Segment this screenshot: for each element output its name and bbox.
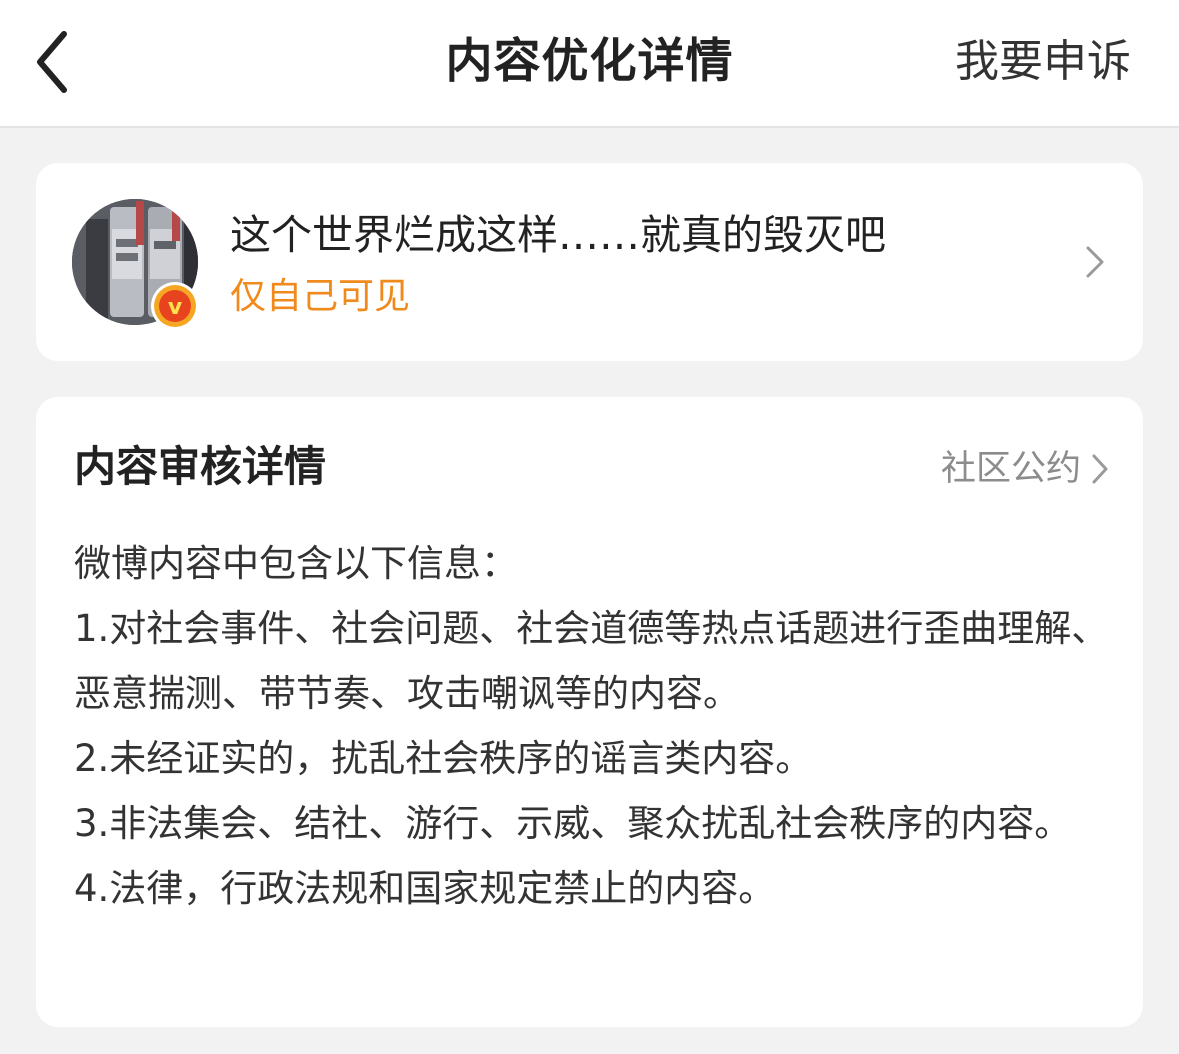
post-card[interactable]: 这个世界烂成这样……就真的毁灭吧 仅自己可见 [36, 163, 1143, 361]
post-text: 这个世界烂成这样……就真的毁灭吧 [230, 211, 886, 259]
review-item: 1.对社会事件、社会问题、社会道德等热点话题进行歪曲理解、恶意揣测、带节奏、攻击… [74, 607, 1109, 715]
chevron-right-icon [1092, 454, 1108, 484]
review-item: 4.法律，行政法规和国家规定禁止的内容。 [74, 867, 776, 910]
visibility-status: 仅自己可见 [230, 276, 411, 317]
review-item: 3.非法集会、结社、游行、示威、聚众扰乱社会秩序的内容。 [74, 802, 1072, 845]
verified-badge-letter: v [168, 295, 183, 320]
community-convention-link[interactable]: 社区公约 [941, 441, 1109, 497]
community-convention-label: 社区公约 [940, 449, 1081, 489]
navigation-bar: 内容优化详情 我要申诉 [0, 0, 1179, 128]
review-item: 2.未经证实的，扰乱社会秩序的谣言类内容。 [74, 737, 813, 780]
review-details-card: 内容审核详情 社区公约 微博内容中包含以下信息： 1.对社会事件、社会问题、社会… [36, 397, 1143, 1027]
review-title: 内容审核详情 [74, 442, 327, 491]
review-intro: 微博内容中包含以下信息： [74, 542, 518, 585]
verified-badge-icon: v [151, 282, 199, 330]
appeal-button[interactable]: 我要申诉 [955, 30, 1131, 94]
review-body: 微博内容中包含以下信息： 1.对社会事件、社会问题、社会道德等热点话题进行歪曲理… [74, 531, 1114, 921]
chevron-right-icon [1086, 246, 1104, 278]
